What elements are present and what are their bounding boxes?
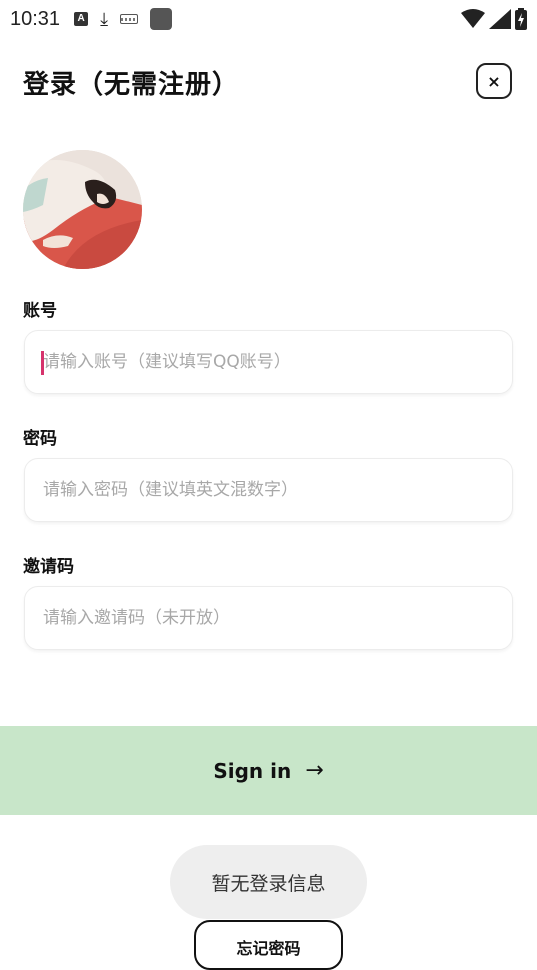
password-label: 密码	[23, 429, 57, 449]
toast-message: 暂无登录信息	[170, 845, 367, 919]
page-title: 登录（无需注册）	[23, 70, 240, 100]
status-bar: 10:31 A ⤓	[0, 0, 537, 38]
app-square-icon	[150, 8, 173, 30]
invite-field[interactable]	[24, 586, 513, 650]
close-icon: ×	[487, 71, 501, 91]
account-input[interactable]	[41, 351, 496, 373]
sign-in-button[interactable]: Sign in →	[0, 726, 537, 815]
wifi-icon	[461, 9, 485, 28]
avatar-illustration	[23, 150, 142, 269]
text-cursor	[41, 351, 44, 375]
sign-in-label: Sign in	[213, 758, 292, 783]
arrow-right-icon: →	[305, 758, 324, 783]
invite-label: 邀请码	[23, 557, 74, 577]
keyboard-icon	[120, 14, 139, 24]
battery-charging-icon	[515, 8, 527, 30]
status-time: 10:31	[10, 7, 61, 30]
status-right	[461, 8, 527, 30]
cell-signal-icon	[489, 9, 511, 29]
download-icon: ⤓	[100, 9, 109, 29]
close-button[interactable]: ×	[476, 63, 512, 99]
forgot-password-button[interactable]: 忘记密码	[194, 920, 343, 970]
toast-text: 暂无登录信息	[211, 872, 326, 895]
avatar	[23, 150, 142, 269]
text-a-icon: A	[74, 12, 89, 26]
account-label: 账号	[23, 301, 57, 321]
forgot-password-label: 忘记密码	[236, 939, 301, 958]
account-field[interactable]	[24, 330, 513, 394]
password-input[interactable]	[41, 479, 496, 501]
password-field[interactable]	[24, 458, 513, 522]
invite-input[interactable]	[41, 607, 496, 629]
